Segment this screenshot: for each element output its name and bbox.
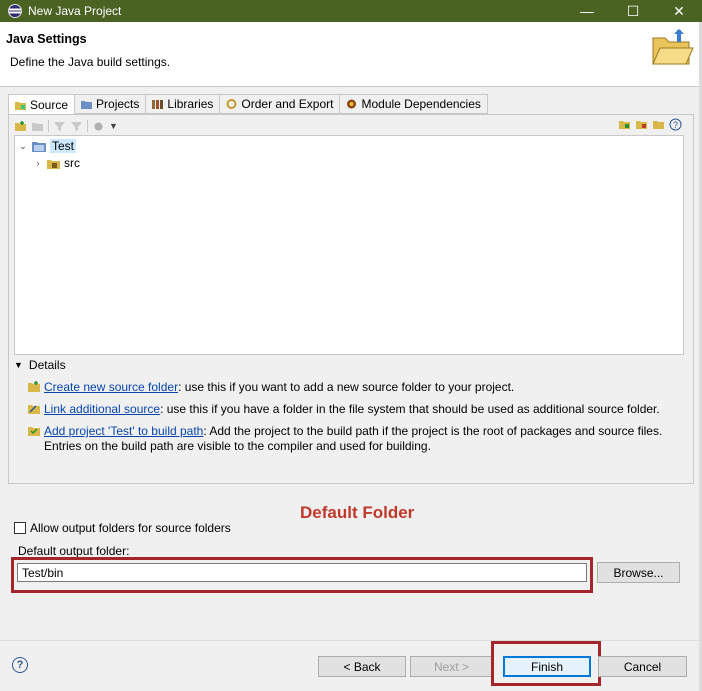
link-additional-source-desc: : use this if you have a folder in the f… bbox=[160, 402, 660, 416]
toolbar-separator bbox=[87, 120, 88, 132]
finish-button[interactable]: Finish bbox=[503, 656, 591, 677]
order-export-icon bbox=[226, 99, 237, 109]
toolbar-separator bbox=[48, 120, 49, 132]
default-folder-annotation: Default Folder bbox=[300, 503, 415, 522]
detail-add-text: Add project 'Test' to build path: Add th… bbox=[44, 424, 680, 454]
page-title: Java Settings bbox=[6, 32, 87, 46]
view-menu-icon[interactable] bbox=[652, 118, 665, 131]
include-filter-icon[interactable] bbox=[53, 120, 66, 133]
java-project-icon bbox=[32, 142, 46, 152]
tab-source-label: Source bbox=[30, 97, 69, 112]
tree-item-project-label: Test bbox=[50, 139, 77, 153]
detail-create-text: Create new source folder: use this if yo… bbox=[44, 380, 514, 395]
allow-output-folders-checkbox-row[interactable]: Allow output folders for source folders bbox=[14, 521, 231, 535]
source-package-icon bbox=[47, 159, 60, 169]
link-source-icon bbox=[28, 405, 40, 414]
allow-output-folders-checkbox[interactable] bbox=[14, 522, 26, 534]
wizard-header: Java Settings Define the Java build sett… bbox=[0, 22, 702, 86]
create-source-folder-link[interactable]: Create new source folder bbox=[44, 380, 178, 394]
tab-module-dependencies-label: Module Dependencies bbox=[361, 97, 481, 111]
expand-chevron-icon[interactable]: ⌄ bbox=[18, 141, 28, 152]
tab-libraries-label: Libraries bbox=[167, 97, 214, 111]
open-folder-icon bbox=[652, 29, 694, 65]
eclipse-icon bbox=[8, 4, 22, 18]
tab-source[interactable]: Source bbox=[8, 94, 76, 115]
detail-link-source: Link additional source: use this if you … bbox=[28, 402, 688, 417]
header-separator bbox=[0, 86, 702, 87]
add-project-build-path-link[interactable]: Add project 'Test' to build path bbox=[44, 424, 203, 438]
details-section-header[interactable]: ▼ Details bbox=[14, 358, 66, 372]
library-icon bbox=[152, 100, 164, 109]
tree-item-src-label: src bbox=[64, 156, 80, 170]
collapse-all-icon[interactable] bbox=[635, 118, 648, 131]
next-button[interactable]: Next > bbox=[410, 656, 493, 677]
source-toolbar-right: ? bbox=[618, 118, 682, 131]
exclude-filter-icon[interactable] bbox=[70, 120, 83, 133]
tree-item-src[interactable]: › src bbox=[33, 155, 81, 171]
detail-link-text: Link additional source: use this if you … bbox=[44, 402, 660, 417]
source-folder-icon bbox=[15, 101, 26, 110]
create-source-folder-desc: : use this if you want to add a new sour… bbox=[178, 380, 515, 394]
source-tree[interactable]: ⌄ Test › src bbox=[14, 135, 684, 355]
details-label: Details bbox=[28, 358, 66, 372]
default-output-folder-label: Default output folder: bbox=[18, 544, 130, 558]
projects-icon bbox=[81, 101, 93, 109]
tab-module-dependencies[interactable]: Module Dependencies bbox=[340, 94, 488, 114]
tab-projects[interactable]: Projects bbox=[75, 94, 147, 114]
svg-text:?: ? bbox=[673, 120, 678, 130]
tab-order-export[interactable]: Order and Export bbox=[220, 94, 341, 114]
dropdown-chevron-icon[interactable]: ▼ bbox=[109, 121, 118, 131]
tab-order-export-label: Order and Export bbox=[241, 97, 334, 111]
help-icon[interactable]: ? bbox=[12, 657, 28, 673]
cancel-button[interactable]: Cancel bbox=[598, 656, 687, 677]
details-chevron-icon[interactable]: ▼ bbox=[14, 360, 23, 370]
tab-libraries[interactable]: Libraries bbox=[146, 94, 221, 114]
link-additional-source-link[interactable]: Link additional source bbox=[44, 402, 160, 416]
default-output-folder-input[interactable] bbox=[17, 563, 587, 582]
add-project-icon bbox=[28, 427, 40, 436]
configure-icon[interactable] bbox=[92, 120, 105, 133]
new-source-folder-icon bbox=[28, 381, 40, 392]
toolbar-help-icon[interactable]: ? bbox=[669, 118, 682, 131]
title-bar: New Java Project — ☐ ✕ bbox=[0, 0, 702, 22]
detail-create-source-folder: Create new source folder: use this if yo… bbox=[28, 380, 688, 395]
back-button[interactable]: < Back bbox=[318, 656, 406, 677]
window-title: New Java Project bbox=[28, 4, 122, 18]
tab-projects-label: Projects bbox=[96, 97, 140, 111]
tab-bar: Source Projects Libraries Order and Expo… bbox=[8, 94, 488, 115]
browse-button[interactable]: Browse... bbox=[597, 562, 680, 583]
close-button[interactable]: ✕ bbox=[656, 0, 702, 22]
minimize-button[interactable]: — bbox=[564, 0, 610, 22]
page-description: Define the Java build settings. bbox=[10, 55, 171, 69]
add-folder-icon[interactable] bbox=[14, 120, 27, 133]
detail-add-project: Add project 'Test' to build path: Add th… bbox=[28, 424, 680, 454]
expand-all-icon[interactable] bbox=[618, 118, 631, 131]
collapse-chevron-icon[interactable]: › bbox=[33, 158, 43, 168]
link-folder-icon[interactable] bbox=[31, 120, 44, 133]
allow-output-folders-label: Allow output folders for source folders bbox=[30, 521, 231, 535]
maximize-button[interactable]: ☐ bbox=[610, 0, 656, 22]
module-icon bbox=[347, 99, 357, 109]
tree-item-project[interactable]: ⌄ Test bbox=[18, 138, 77, 154]
source-toolbar: ▼ bbox=[14, 118, 118, 134]
